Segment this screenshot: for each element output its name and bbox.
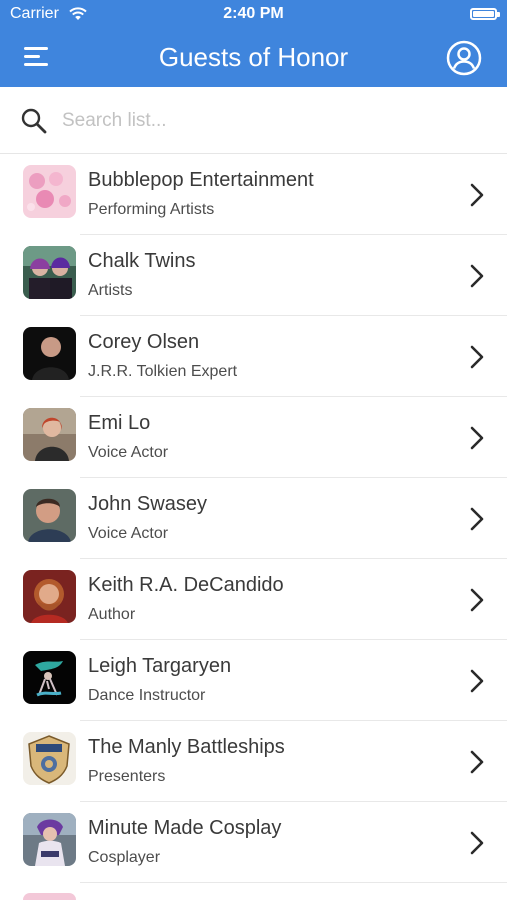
guest-role: Presenters: [88, 768, 166, 785]
search-bar: [0, 87, 507, 154]
guest-role: Dance Instructor: [88, 687, 206, 704]
guest-row[interactable]: Emi Lo Voice Actor: [0, 397, 507, 478]
chevron-right-icon: [470, 264, 484, 288]
guest-name: Minute Made Cosplay: [88, 817, 282, 839]
guest-row[interactable]: Bubblepop Entertainment Performing Artis…: [0, 154, 507, 235]
chevron-right-icon: [470, 588, 484, 612]
guest-row[interactable]: Minute Made Cosplay Cosplayer: [0, 802, 507, 883]
guest-name: Bubblepop Entertainment: [88, 169, 314, 191]
guest-role: Cosplayer: [88, 849, 161, 866]
guest-name: Emi Lo: [88, 412, 151, 434]
guest-photo: [23, 732, 76, 785]
guest-row[interactable]: The Manly Battleships Presenters: [0, 721, 507, 802]
nav-bar: Carrier 2:40 PM Guests of Honor: [0, 0, 507, 87]
guest-name: Keith R.A. DeCandido: [88, 574, 284, 596]
guest-name: Corey Olsen: [88, 331, 200, 353]
guest-role: Artists: [88, 282, 133, 299]
guest-photo: [23, 246, 76, 299]
guest-row[interactable]: Chalk Twins Artists: [0, 235, 507, 316]
guest-photo: [23, 489, 76, 542]
guest-photo-partial: [23, 893, 76, 900]
guest-role: Voice Actor: [88, 525, 169, 542]
guest-photo: [23, 570, 76, 623]
guest-role: J.R.R. Tolkien Expert: [88, 363, 238, 380]
chevron-right-icon: [470, 507, 484, 531]
guest-photo: [23, 651, 76, 704]
guest-name: John Swasey: [88, 493, 207, 515]
guest-row[interactable]: Corey Olsen J.R.R. Tolkien Expert: [0, 316, 507, 397]
chevron-right-icon: [470, 750, 484, 774]
guest-role: Author: [88, 606, 136, 623]
page-title: Guests of Honor: [158, 42, 349, 72]
guest-list: Bubblepop Entertainment Performing Artis…: [0, 154, 507, 883]
guest-photo: [23, 327, 76, 380]
battery-icon: [470, 8, 500, 20]
chevron-right-icon: [470, 345, 484, 369]
search-input[interactable]: [60, 105, 484, 137]
guest-photo: [23, 165, 76, 218]
guest-row[interactable]: John Swasey Voice Actor: [0, 478, 507, 559]
chevron-right-icon: [470, 183, 484, 207]
status-time: 2:40 PM: [223, 5, 284, 22]
guest-row[interactable]: Keith R.A. DeCandido Author: [0, 559, 507, 640]
guest-name: Chalk Twins: [88, 250, 196, 272]
guest-role: Performing Artists: [88, 201, 215, 218]
guest-photo: [23, 813, 76, 866]
search-icon: [21, 108, 47, 134]
guest-role: Voice Actor: [88, 444, 169, 461]
status-bar: Carrier 2:40 PM: [0, 0, 507, 30]
guest-row[interactable]: Leigh Targaryen Dance Instructor: [0, 640, 507, 721]
guest-name: Leigh Targaryen: [88, 655, 232, 677]
profile-icon[interactable]: [446, 40, 482, 76]
guest-name: The Manly Battleships: [88, 736, 285, 758]
chevron-right-icon: [470, 669, 484, 693]
chevron-right-icon: [470, 426, 484, 450]
guest-photo: [23, 408, 76, 461]
chevron-right-icon: [470, 831, 484, 855]
